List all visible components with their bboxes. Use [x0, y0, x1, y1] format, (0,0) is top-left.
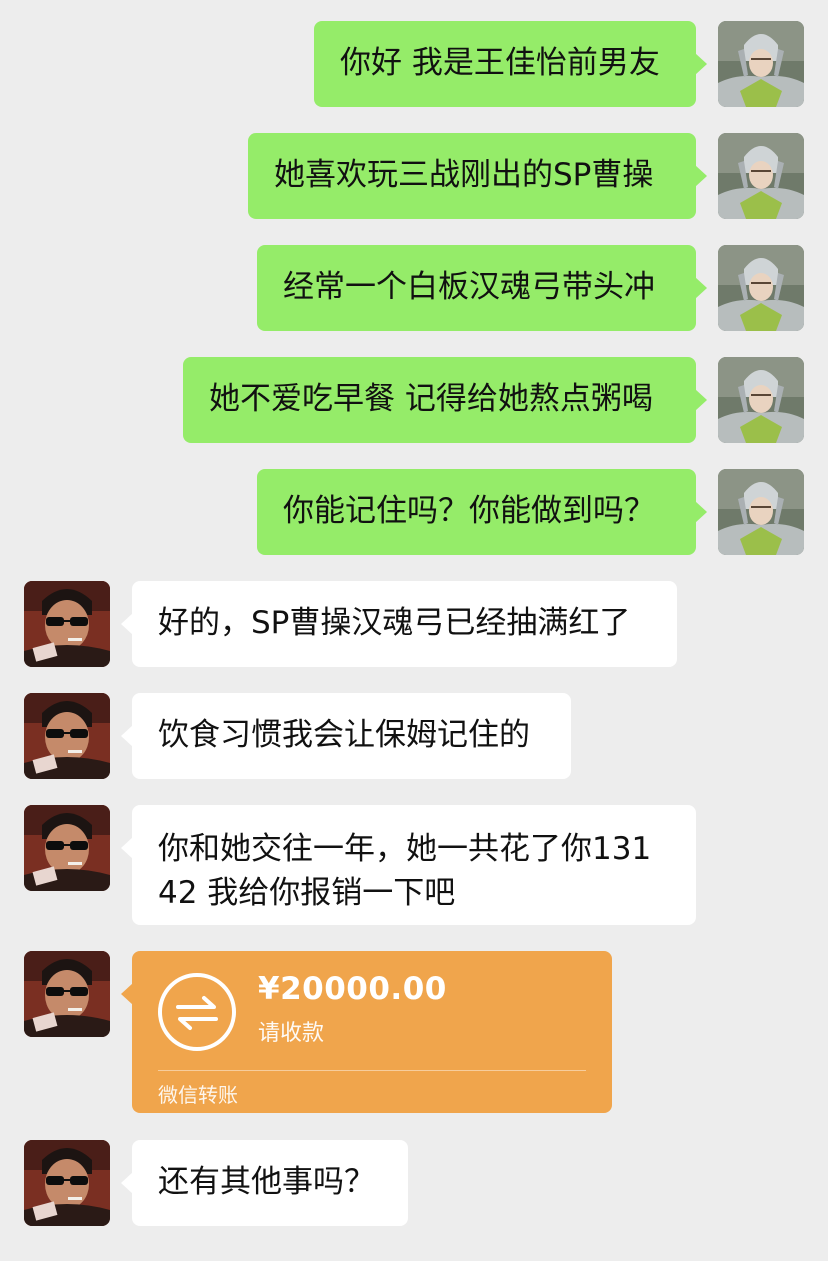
message-text: 经常一个白板汉魂弓带头冲 [283, 269, 655, 305]
armored-warrior-avatar-icon [718, 21, 804, 107]
contact-avatar[interactable] [24, 1140, 110, 1226]
armored-warrior-avatar-icon [718, 469, 804, 555]
sent-message-bubble[interactable]: 她喜欢玩三战刚出的SP曹操 [248, 133, 707, 219]
received-message-bubble[interactable]: 你和她交往一年，她一共花了你13142 我给你报销一下吧 [121, 805, 696, 925]
received-message-bubble[interactable]: 还有其他事吗？ [121, 1140, 408, 1226]
contact-avatar[interactable] [24, 693, 110, 779]
sender-avatar[interactable] [718, 133, 804, 219]
message-text: 她不爱吃早餐 记得给她熬点粥喝 [209, 381, 653, 417]
transfer-amount: ¥20000.00 [258, 971, 447, 1007]
sent-message-bubble[interactable]: 她不爱吃早餐 记得给她熬点粥喝 [183, 357, 707, 443]
contact-avatar[interactable] [24, 805, 110, 891]
message-text: 还有其他事吗？ [158, 1164, 375, 1200]
armored-warrior-avatar-icon [718, 357, 804, 443]
sent-message-bubble[interactable]: 你好 我是王佳怡前男友 [314, 21, 707, 107]
transfer-arrows-icon [158, 973, 236, 1051]
message-text: 她喜欢玩三战刚出的SP曹操 [274, 157, 654, 193]
sender-avatar[interactable] [718, 21, 804, 107]
contact-avatar[interactable] [24, 581, 110, 667]
armored-warrior-avatar-icon [718, 245, 804, 331]
contact-avatar[interactable] [24, 951, 110, 1037]
received-message-bubble[interactable]: 好的，SP曹操汉魂弓已经抽满红了 [121, 581, 677, 667]
wechat-transfer-card[interactable]: ¥20000.00 请收款 微信转账 [121, 951, 612, 1113]
sunglasses-man-avatar-icon [24, 1140, 110, 1226]
transfer-status: 请收款 [258, 1021, 325, 1046]
sunglasses-man-avatar-icon [24, 951, 110, 1037]
message-text: 你好 我是王佳怡前男友 [340, 45, 660, 81]
chat-conversation: 你好 我是王佳怡前男友 她喜欢玩三战刚出的SP曹操 经常一个白板汉魂弓带头冲 她… [0, 0, 828, 1261]
sender-avatar[interactable] [718, 245, 804, 331]
transfer-label: 微信转账 [158, 1083, 238, 1107]
sent-message-bubble[interactable]: 经常一个白板汉魂弓带头冲 [257, 245, 707, 331]
sent-message-bubble[interactable]: 你能记住吗？你能做到吗？ [257, 469, 707, 555]
message-text: 好的，SP曹操汉魂弓已经抽满红了 [158, 605, 631, 641]
transfer-divider [158, 1070, 586, 1071]
sunglasses-man-avatar-icon [24, 581, 110, 667]
sunglasses-man-avatar-icon [24, 805, 110, 891]
sunglasses-man-avatar-icon [24, 693, 110, 779]
received-message-bubble[interactable]: 饮食习惯我会让保姆记住的 [121, 693, 571, 779]
message-text: 你和她交往一年，她一共花了你13142 我给你报销一下吧 [158, 831, 652, 911]
sender-avatar[interactable] [718, 469, 804, 555]
armored-warrior-avatar-icon [718, 133, 804, 219]
message-text: 你能记住吗？你能做到吗？ [283, 493, 655, 529]
sender-avatar[interactable] [718, 357, 804, 443]
message-text: 饮食习惯我会让保姆记住的 [158, 717, 530, 753]
